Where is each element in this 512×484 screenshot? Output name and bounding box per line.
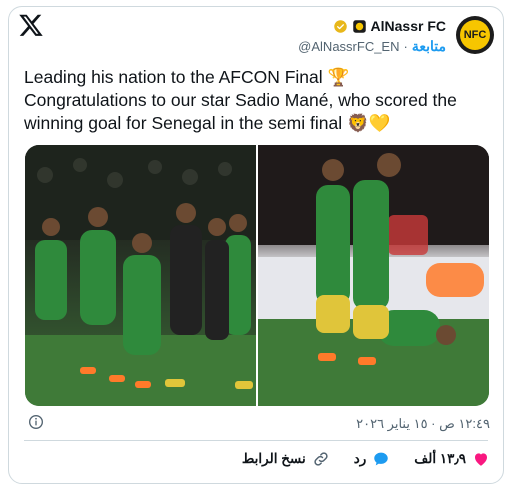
tweet-line: winning goal for Senegal in the semi fin…	[24, 113, 391, 133]
tweet-line: Leading his nation to the AFCON Final 🏆	[24, 67, 350, 87]
avatar-logo: NFC	[460, 20, 490, 50]
prayer-scene-illustration	[258, 145, 489, 406]
copy-link-label: نسخ الرابط	[241, 451, 306, 466]
celebration-scene-illustration	[25, 145, 256, 406]
account-name[interactable]: AlNassr FC	[371, 18, 446, 34]
heart-icon	[475, 453, 487, 466]
follow-button[interactable]: متابعة	[412, 38, 446, 55]
reply-label: رد	[353, 451, 367, 466]
photo-prayer[interactable]	[258, 145, 489, 406]
timestamp[interactable]: ١٢:٤٩ ص · ١٥ يناير ٢٠٢٦	[356, 416, 490, 432]
verified-badge-icon	[333, 19, 347, 33]
photo-celebration[interactable]	[25, 145, 256, 406]
avatar[interactable]: NFC	[456, 16, 494, 54]
handle-row: @AlNassrFC_EN · متابعة	[298, 38, 446, 55]
info-icon[interactable]	[28, 414, 44, 430]
handle[interactable]: @AlNassrFC_EN	[298, 39, 399, 54]
link-icon	[314, 452, 328, 466]
like-count: ١٣٫٩ ألف	[414, 451, 466, 466]
action-bar: ١٣٫٩ ألف رد نسخ الرابط	[242, 450, 490, 468]
tweet-text: Leading his nation to the AFCON Final 🏆 …	[24, 66, 494, 135]
account-name-row[interactable]: AlNassr FC	[333, 18, 446, 34]
tweet-line: Congratulations to our star Sadio Mané, …	[24, 90, 457, 110]
affiliate-badge-icon	[352, 19, 366, 33]
copy-link-action[interactable]: نسخ الرابط	[242, 450, 330, 468]
reply-bubble-icon	[374, 452, 389, 466]
reply-action[interactable]: رد	[354, 450, 391, 468]
like-action[interactable]: ١٣٫٩ ألف	[414, 450, 490, 468]
media-grid	[25, 145, 489, 406]
x-logo-icon[interactable]	[18, 12, 44, 38]
separator: ·	[403, 39, 408, 54]
divider	[24, 440, 488, 441]
